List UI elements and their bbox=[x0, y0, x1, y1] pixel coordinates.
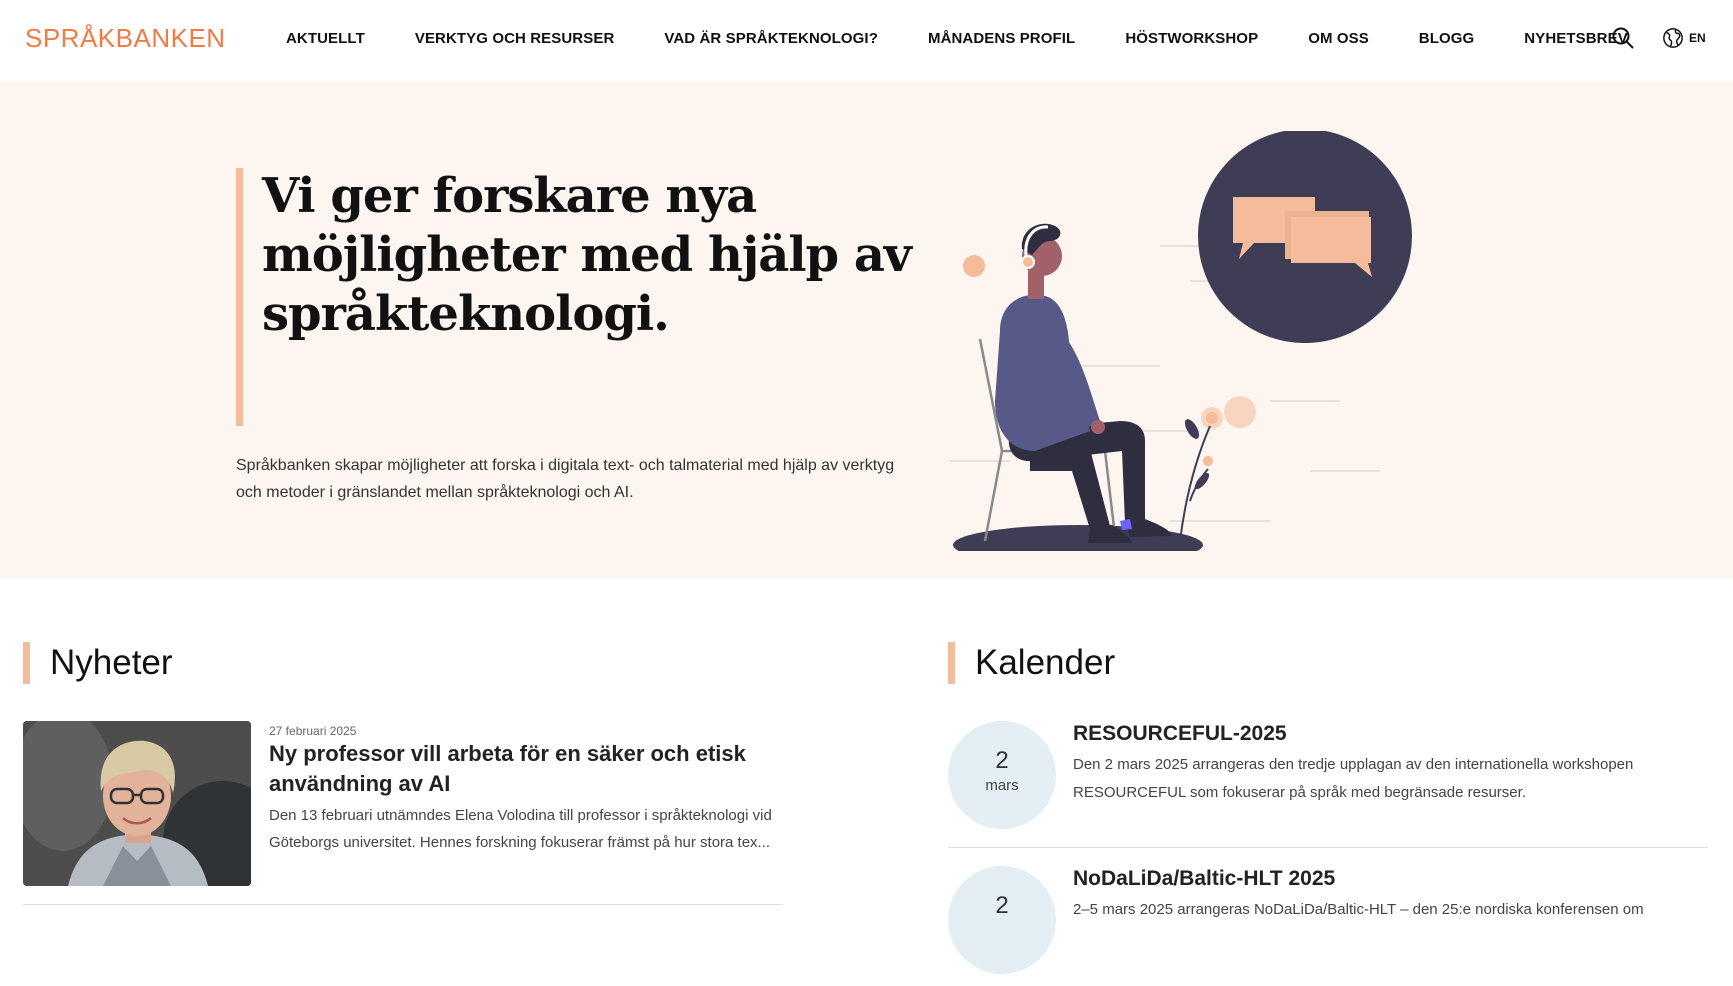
main-nav: AKTUELLT VERKTYG OCH RESURSER VAD ÄR SPR… bbox=[286, 0, 1678, 81]
search-icon bbox=[1612, 27, 1634, 49]
nav-item-aktuellt[interactable]: AKTUELLT bbox=[286, 0, 365, 77]
portrait-image bbox=[23, 721, 251, 886]
calendar-event[interactable]: 2 mars RESOURCEFUL-2025 Den 2 mars 2025 … bbox=[948, 721, 1708, 841]
calendar-divider bbox=[948, 847, 1708, 848]
news-title-link[interactable]: Ny professor vill arbeta för en säker oc… bbox=[269, 739, 749, 799]
event-description: Den 2 mars 2025 arrangeras den tredje up… bbox=[1073, 756, 1634, 801]
nav-item-blogg[interactable]: BLOGG bbox=[1419, 0, 1475, 77]
globe-icon bbox=[1663, 28, 1683, 48]
news-heading-text: Nyheter bbox=[50, 643, 173, 682]
nav-item-vad-ar-sprakteknologi[interactable]: VAD ÄR SPRÅKTEKNOLOGI? bbox=[664, 0, 878, 77]
site-logo[interactable]: SPRÅKBANKEN bbox=[25, 23, 226, 54]
calendar-heading: Kalender bbox=[948, 642, 1115, 684]
event-date-badge: 2 bbox=[948, 866, 1056, 974]
nav-item-om-oss[interactable]: OM OSS bbox=[1308, 0, 1369, 77]
nav-item-verktyg-och-resurser[interactable]: VERKTYG OCH RESURSER bbox=[415, 0, 615, 77]
event-day: 2 bbox=[995, 892, 1009, 919]
hero-description: Språkbanken skapar möjligheter att forsk… bbox=[236, 457, 895, 501]
news-heading-accent bbox=[23, 642, 30, 684]
hero-title: Vi ger forskare nya möjligheter med hjäl… bbox=[262, 168, 912, 342]
language-switch[interactable]: EN bbox=[1662, 26, 1706, 50]
news-summary: Den 13 februari utnämndes Elena Volodina… bbox=[269, 807, 772, 851]
calendar-heading-accent bbox=[948, 642, 955, 684]
search-button[interactable] bbox=[1611, 26, 1635, 50]
site-header: SPRÅKBANKEN AKTUELLT VERKTYG OCH RESURSE… bbox=[0, 0, 1733, 81]
calendar-event[interactable]: 2 NoDaLiDa/Baltic-HLT 2025 2–5 mars 2025… bbox=[948, 866, 1708, 986]
person-listening-illustration bbox=[950, 131, 1412, 551]
event-title-link[interactable]: NoDaLiDa/Baltic-HLT 2025 bbox=[1073, 867, 1335, 891]
hero-section: Vi ger forskare nya möjligheter med hjäl… bbox=[0, 81, 1733, 579]
event-date-badge: 2 mars bbox=[948, 721, 1056, 829]
calendar-heading-text: Kalender bbox=[975, 643, 1116, 682]
event-day: 2 bbox=[995, 747, 1009, 774]
nav-item-hostworkshop[interactable]: HÖSTWORKSHOP bbox=[1125, 0, 1258, 77]
event-title-link[interactable]: RESOURCEFUL-2025 bbox=[1073, 722, 1287, 746]
news-divider bbox=[23, 904, 783, 905]
news-date: 27 februari 2025 bbox=[269, 724, 357, 738]
news-heading: Nyheter bbox=[23, 642, 173, 684]
news-card[interactable]: 27 februari 2025 Ny professor vill arbet… bbox=[23, 721, 783, 905]
hero-accent-bar bbox=[236, 168, 243, 426]
event-month: mars bbox=[985, 777, 1019, 794]
nav-item-manadens-profil[interactable]: MÅNADENS PROFIL bbox=[928, 0, 1075, 77]
news-thumbnail-portrait[interactable] bbox=[23, 721, 251, 886]
language-label: EN bbox=[1689, 31, 1706, 45]
event-description: 2–5 mars 2025 arrangeras NoDaLiDa/Baltic… bbox=[1073, 901, 1644, 918]
